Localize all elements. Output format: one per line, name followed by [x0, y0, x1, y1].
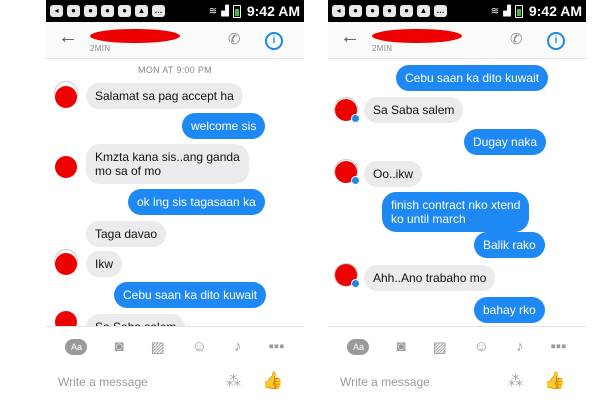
back-nav-icon: ◂: [332, 5, 345, 17]
status-bar: ◂ ● ● ● ● ▲ … ≋ ▟ 9:42 AM: [46, 0, 304, 22]
back-arrow-icon[interactable]: ←: [340, 26, 360, 49]
status-time: 9:42 AM: [528, 3, 582, 19]
sticker-icon[interactable]: ⁂: [508, 372, 523, 390]
camera-icon[interactable]: ◙: [396, 338, 405, 355]
message-outgoing: Dugay naka: [464, 129, 547, 155]
wifi-icon: ≋: [490, 5, 500, 17]
chat-icon: ●: [349, 5, 362, 17]
message-outgoing: ok lng sis tagasaan ka: [128, 189, 265, 215]
contact-name-redacted: [372, 29, 462, 43]
contact-name-redacted: [90, 29, 180, 43]
chat-icon: ●: [383, 5, 396, 17]
avatar: [55, 86, 77, 108]
chat-icon: ●: [101, 5, 114, 17]
emoji-icon[interactable]: ☺: [474, 338, 489, 355]
phone-screenshot-left: ◂ ● ● ● ● ▲ … ≋ ▟ 9:42 AM ← 2MIN ✆ i MON…: [46, 0, 304, 400]
message-input[interactable]: [338, 374, 492, 390]
microphone-icon[interactable]: ♪: [516, 338, 524, 355]
battery-icon: [232, 4, 241, 18]
chat-icon: ●: [118, 5, 131, 17]
more-icon[interactable]: ▪▪▪: [550, 338, 566, 355]
message-incoming: Ahh..Ano trabaho mo: [364, 265, 496, 291]
text-format-icon[interactable]: Aa: [347, 338, 370, 355]
back-arrow-icon[interactable]: ←: [58, 26, 78, 49]
image-icon[interactable]: ▨: [151, 338, 165, 356]
message-incoming: Taga davao: [86, 221, 167, 247]
message-incoming: Salamat sa pag accept ha: [86, 83, 243, 109]
avatar: [55, 311, 77, 326]
battery-icon: [514, 4, 523, 18]
compose-bar: ⁂ 👍: [46, 366, 304, 400]
conversation-header: ← 2MIN ✆ i: [328, 22, 586, 59]
status-time: 9:42 AM: [246, 3, 300, 19]
info-icon[interactable]: i: [265, 32, 283, 50]
more-icon: …: [434, 5, 447, 17]
chat-icon: ●: [84, 5, 97, 17]
more-icon: …: [152, 5, 165, 17]
chat-icon: ●: [400, 5, 413, 17]
phone-screenshot-right: ◂ ● ● ● ● ▲ … ≋ ▟ 9:42 AM ← 2MIN ✆ i Ceb…: [328, 0, 586, 400]
signal-icon: ▟: [221, 5, 229, 17]
message-list: Cebu saan ka dito kuwait Sa Saba salem D…: [328, 59, 586, 326]
avatar: [55, 156, 77, 178]
text-format-icon[interactable]: Aa: [65, 338, 88, 355]
message-incoming: Ikw: [86, 251, 122, 277]
avatar: [55, 253, 77, 275]
wifi-icon: ≋: [208, 5, 218, 17]
message-list: MON AT 9:00 PM Salamat sa pag accept ha …: [46, 59, 304, 326]
last-active: 2MIN: [90, 44, 111, 53]
conversation-header: ← 2MIN ✆ i: [46, 22, 304, 59]
message-input[interactable]: [56, 374, 210, 390]
status-bar: ◂ ● ● ● ● ▲ … ≋ ▟ 9:42 AM: [328, 0, 586, 22]
last-active: 2MIN: [372, 44, 393, 53]
back-nav-icon: ◂: [50, 5, 63, 17]
message-outgoing: Balik rako: [474, 232, 545, 258]
chat-icon: ●: [67, 5, 80, 17]
message-outgoing: Cebu saan ka dito kuwait: [396, 65, 549, 91]
signal-icon: ▟: [503, 5, 511, 17]
timestamp: MON AT 9:00 PM: [138, 65, 212, 75]
sticker-icon[interactable]: ⁂: [226, 372, 241, 390]
composer-toolbar: Aa ◙ ▨ ☺ ♪ ▪▪▪: [46, 326, 304, 366]
phone-icon[interactable]: ✆: [510, 30, 523, 48]
emoji-icon[interactable]: ☺: [192, 338, 207, 355]
message-outgoing: finish contract nko xtend ko until march: [382, 192, 530, 232]
message-outgoing: bahay rko: [474, 297, 545, 323]
camera-icon[interactable]: ◙: [114, 338, 123, 355]
message-outgoing: Cebu saan ka dito kuwait: [114, 282, 267, 308]
info-icon[interactable]: i: [547, 32, 565, 50]
thumbs-up-icon[interactable]: 👍: [544, 371, 565, 391]
message-incoming: Oo..ikw: [364, 161, 423, 187]
thumbs-up-icon[interactable]: 👍: [262, 371, 283, 391]
image-icon[interactable]: ▨: [433, 338, 447, 356]
message-incoming: Kmzta kana sis..ang ganda mo sa of mo: [86, 144, 249, 184]
more-icon[interactable]: ▪▪▪: [268, 338, 284, 355]
messenger-badge-icon: [351, 176, 360, 185]
app-icon: ▲: [417, 5, 430, 17]
chat-icon: ●: [366, 5, 379, 17]
compose-bar: ⁂ 👍: [328, 366, 586, 400]
composer-toolbar: Aa ◙ ▨ ☺ ♪ ▪▪▪: [328, 326, 586, 366]
app-icon: ▲: [135, 5, 148, 17]
message-incoming: Sa Saba salem: [364, 97, 464, 123]
message-incoming: Sa Saba salem: [86, 314, 186, 326]
microphone-icon[interactable]: ♪: [234, 338, 242, 355]
phone-icon[interactable]: ✆: [228, 30, 241, 48]
message-outgoing: welcome sis: [182, 113, 266, 139]
messenger-badge-icon: [351, 114, 360, 123]
messenger-badge-icon: [351, 279, 360, 288]
